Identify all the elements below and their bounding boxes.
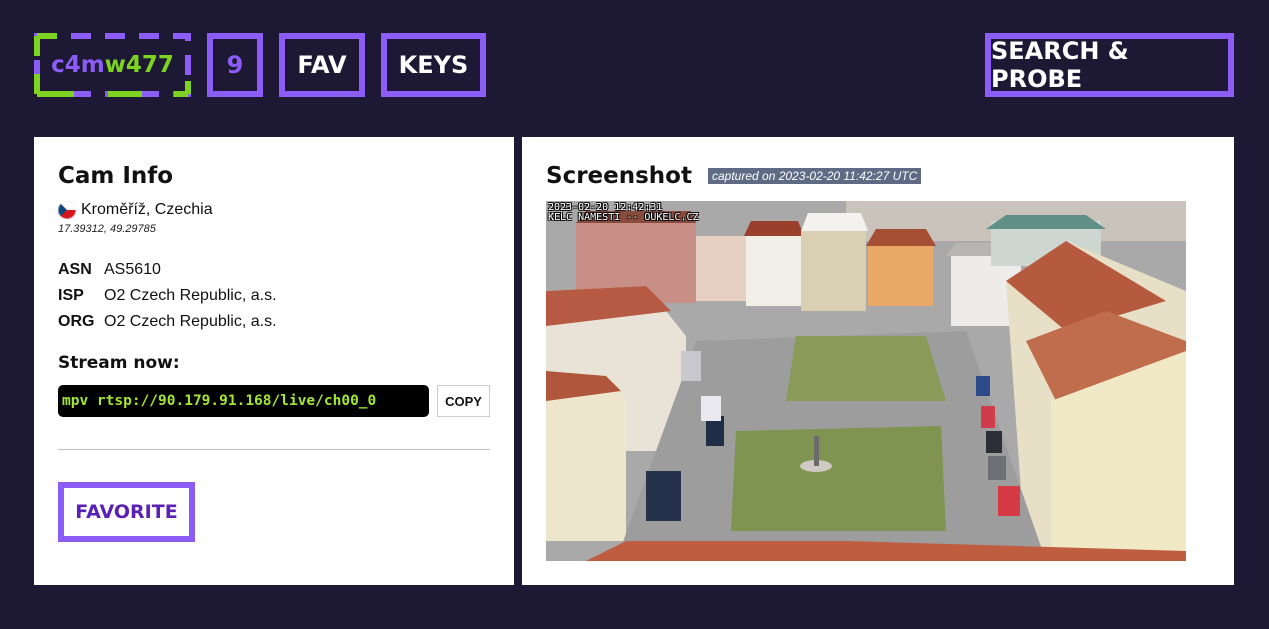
town-square-image (546, 201, 1186, 561)
divider (58, 449, 490, 450)
isp-label: ISP (58, 287, 84, 304)
logo-text-part2: w477 (104, 52, 174, 78)
copy-button[interactable]: COPY (437, 385, 490, 417)
stream-heading: Stream now: (58, 353, 180, 373)
asn-row: ASN AS5610 (58, 257, 490, 283)
cam-info-panel: Cam Info Kroměříž, Czechia 17.39312, 49.… (34, 137, 514, 585)
stream-command[interactable]: mpv rtsp://90.179.91.168/live/ch00_0 (58, 385, 429, 417)
location: Kroměříž, Czechia (58, 201, 490, 219)
logo-text-part1: c4m (51, 52, 105, 78)
asn-value: AS5610 (104, 261, 161, 278)
search-probe-button[interactable]: SEARCH & PROBE (985, 33, 1234, 97)
keys-button[interactable]: KEYS (381, 33, 486, 97)
osd-label: KELC NAMESTI -- OUKELC.CZ (548, 212, 699, 223)
org-label: ORG (58, 313, 95, 330)
camera-screenshot[interactable]: 2023-02-20 12:42:31 KELC NAMESTI -- OUKE… (546, 201, 1186, 561)
czech-flag-icon (58, 201, 76, 219)
screenshot-panel: Screenshot captured on 2023-02-20 11:42:… (522, 137, 1234, 585)
org-value: O2 Czech Republic, a.s. (104, 313, 277, 330)
asn-label: ASN (58, 261, 92, 278)
captured-timestamp: captured on 2023-02-20 11:42:27 UTC (707, 168, 922, 184)
coordinates: 17.39312, 49.29785 (58, 223, 156, 235)
logo-link[interactable]: c4m w477 (34, 33, 191, 97)
fav-button[interactable]: FAV (279, 33, 365, 97)
favorite-button[interactable]: FAVORITE (58, 482, 195, 542)
network-info: ASN AS5610 ISP O2 Czech Republic, a.s. O… (58, 257, 490, 335)
screenshot-title: Screenshot (546, 163, 692, 189)
cam-info-title: Cam Info (58, 163, 174, 189)
stream-command-row: mpv rtsp://90.179.91.168/live/ch00_0 COP… (58, 385, 490, 417)
isp-value: O2 Czech Republic, a.s. (104, 287, 277, 304)
location-text: Kroměříž, Czechia (81, 201, 213, 218)
isp-row: ISP O2 Czech Republic, a.s. (58, 283, 490, 309)
camera-osd: 2023-02-20 12:42:31 KELC NAMESTI -- OUKE… (548, 203, 699, 223)
org-row: ORG O2 Czech Republic, a.s. (58, 309, 490, 335)
favorites-count-button[interactable]: 9 (207, 33, 263, 97)
